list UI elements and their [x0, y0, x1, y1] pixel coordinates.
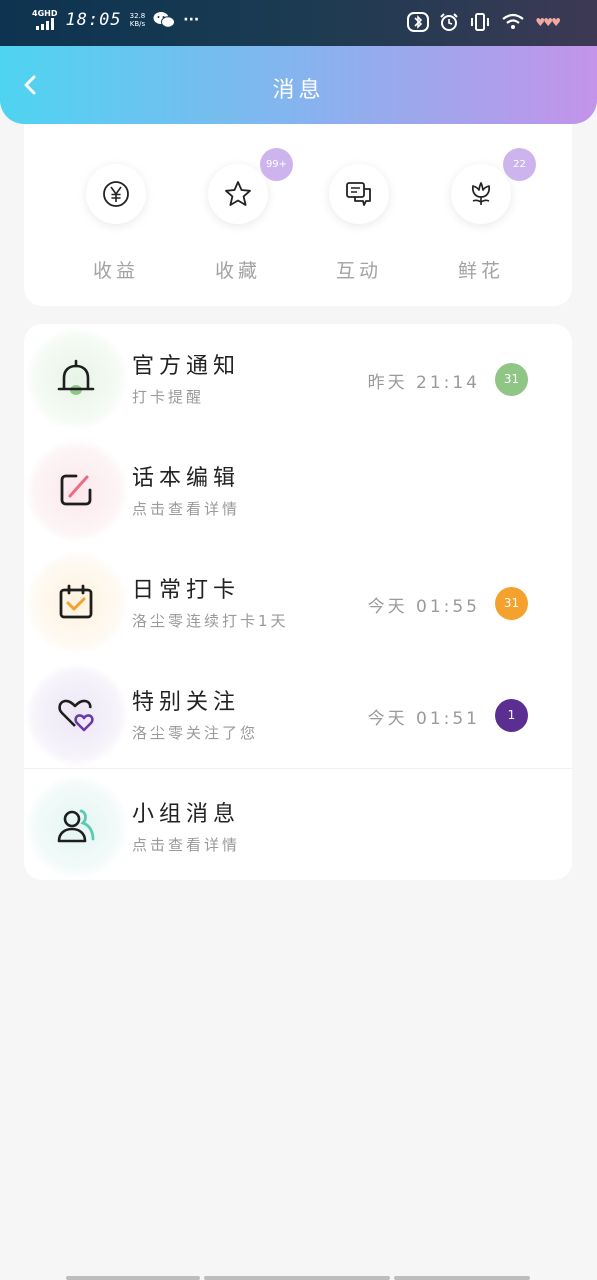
message-item-official[interactable]: 官方通知 打卡提醒 昨天 21:14 31 — [24, 324, 572, 436]
quick-item-label: 收藏 — [214, 260, 261, 282]
flower-icon — [471, 182, 491, 205]
unread-badge: 31 — [495, 587, 528, 620]
gesture-nav-bar[interactable] — [66, 1276, 532, 1280]
message-subtitle: 点击查看详情 — [132, 836, 241, 854]
wifi-icon — [502, 13, 525, 29]
flowers-badge: 22 — [503, 148, 536, 181]
message-subtitle: 洛尘零关注了您 — [132, 724, 259, 742]
status-bar: 4GHD 18:05 32.8 KB/s ··· ♥♥♥ — [0, 0, 597, 46]
quick-item-label: 收益 — [92, 260, 139, 282]
quick-item-interactions[interactable]: 互动 — [319, 164, 399, 283]
favorites-badge: 99+ — [260, 148, 293, 181]
vibrate-icon — [471, 13, 490, 31]
hearts-icon — [58, 699, 94, 732]
message-subtitle: 点击查看详情 — [132, 500, 241, 518]
speed-value: 32.8 — [129, 12, 146, 20]
speed-unit: KB/s — [129, 20, 146, 28]
chat-icon — [346, 182, 371, 206]
message-item-script-edit[interactable]: 话本编辑 点击查看详情 — [24, 436, 572, 548]
clock: 18:05 — [65, 10, 122, 30]
divider — [24, 768, 572, 769]
message-subtitle: 打卡提醒 — [132, 388, 205, 406]
message-title: 话本编辑 — [132, 466, 241, 491]
message-item-group[interactable]: 小组消息 点击查看详情 — [24, 772, 572, 884]
message-item-special-follow[interactable]: 特别关注 洛尘零关注了您 今天 01:51 1 — [24, 660, 572, 772]
signal-bars-icon — [35, 18, 54, 30]
quick-item-favorites[interactable]: 99+ 收藏 — [198, 148, 293, 283]
message-list: 官方通知 打卡提醒 昨天 21:14 31 话本编辑 点击查看详情 日常打卡 洛… — [24, 324, 572, 880]
unread-badge: 31 — [495, 363, 528, 396]
signal-indicator: 4GHD — [32, 10, 57, 30]
message-title: 小组消息 — [132, 802, 241, 827]
message-time: 今天 01:55 — [367, 597, 480, 617]
quick-item-earnings[interactable]: 收益 — [76, 164, 156, 283]
unread-badge: 1 — [495, 699, 528, 732]
calendar-check-icon — [59, 584, 93, 619]
network-speed: 32.8 KB/s — [130, 12, 146, 28]
edit-icon — [60, 474, 92, 506]
message-time: 今天 01:51 — [367, 709, 480, 729]
message-item-daily-checkin[interactable]: 日常打卡 洛尘零连续打卡1天 今天 01:55 31 — [24, 548, 572, 660]
quick-item-label: 互动 — [335, 260, 382, 282]
yen-icon — [103, 181, 129, 207]
wechat-icon — [153, 12, 176, 28]
bell-icon — [57, 359, 95, 395]
battery-hearts-icon: ♥♥♥ — [535, 15, 561, 29]
message-title: 日常打卡 — [132, 578, 241, 603]
quick-item-label: 鲜花 — [457, 260, 504, 282]
message-title: 官方通知 — [132, 354, 241, 379]
header-bar: 消息 — [0, 46, 597, 124]
page-title: 消息 — [272, 78, 325, 103]
message-title: 特别关注 — [132, 690, 241, 715]
more-notifications-icon: ··· — [183, 12, 200, 28]
alarm-icon — [440, 13, 459, 31]
star-icon — [225, 181, 251, 206]
message-time: 昨天 21:14 — [367, 373, 480, 393]
quick-item-flowers[interactable]: 22 鲜花 — [441, 148, 536, 283]
message-subtitle: 洛尘零连续打卡1天 — [132, 612, 289, 630]
group-icon — [57, 809, 95, 843]
quick-actions-card: 收益 99+ 收藏 互动 22 鲜花 — [24, 124, 572, 306]
bluetooth-icon — [407, 12, 430, 32]
network-type: 4GHD — [32, 9, 58, 18]
